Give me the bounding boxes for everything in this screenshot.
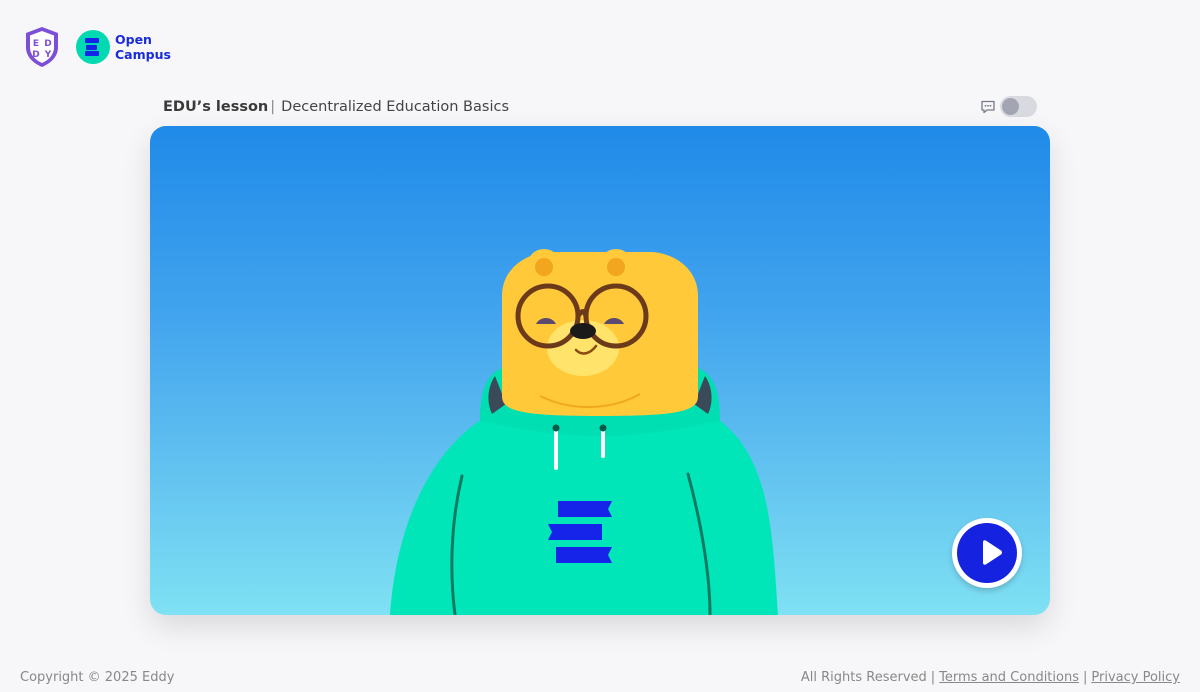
lesson-video-player[interactable] <box>150 126 1050 615</box>
eddy-logo-icon[interactable]: E D D Y <box>24 26 60 68</box>
captions-toggle[interactable] <box>1000 96 1037 117</box>
open-campus-logo[interactable]: Open Campus <box>76 30 171 64</box>
open-campus-line2: Campus <box>115 47 171 62</box>
play-icon <box>983 540 1002 565</box>
terms-link[interactable]: Terms and Conditions <box>939 670 1079 685</box>
lesson-title-separator: | <box>270 99 276 115</box>
footer-separator-2: | <box>1083 670 1088 685</box>
site-header: E D D Y Open Campus <box>24 25 171 69</box>
toggle-knob <box>1002 98 1019 115</box>
open-campus-wordmark: Open Campus <box>115 32 171 62</box>
open-campus-icon <box>76 30 110 64</box>
open-campus-line1: Open <box>115 32 152 47</box>
copyright-text: Copyright © 2025 Eddy <box>20 670 175 685</box>
bear-mascot-icon <box>390 249 778 615</box>
rights-text: All Rights Reserved <box>800 670 927 685</box>
caption-controls <box>980 96 1037 117</box>
svg-text:D: D <box>32 50 39 60</box>
lesson-owner-label: EDU’s lesson <box>163 99 269 115</box>
footer-links: All Rights Reserved | Terms and Conditions… <box>801 670 1180 685</box>
privacy-link[interactable]: Privacy Policy <box>1091 670 1180 685</box>
svg-text:Y: Y <box>44 50 52 60</box>
lesson-title: Decentralized Education Basics <box>281 99 510 115</box>
play-button[interactable] <box>952 518 1022 588</box>
svg-text:D: D <box>44 39 51 49</box>
chat-bubble-icon <box>981 100 995 113</box>
svg-text:E: E <box>33 39 39 49</box>
lesson-heading: EDU’s lesson | Decentralized Education Bas… <box>163 99 509 115</box>
footer-separator-1: | <box>930 670 936 685</box>
play-button-inner <box>957 523 1017 583</box>
